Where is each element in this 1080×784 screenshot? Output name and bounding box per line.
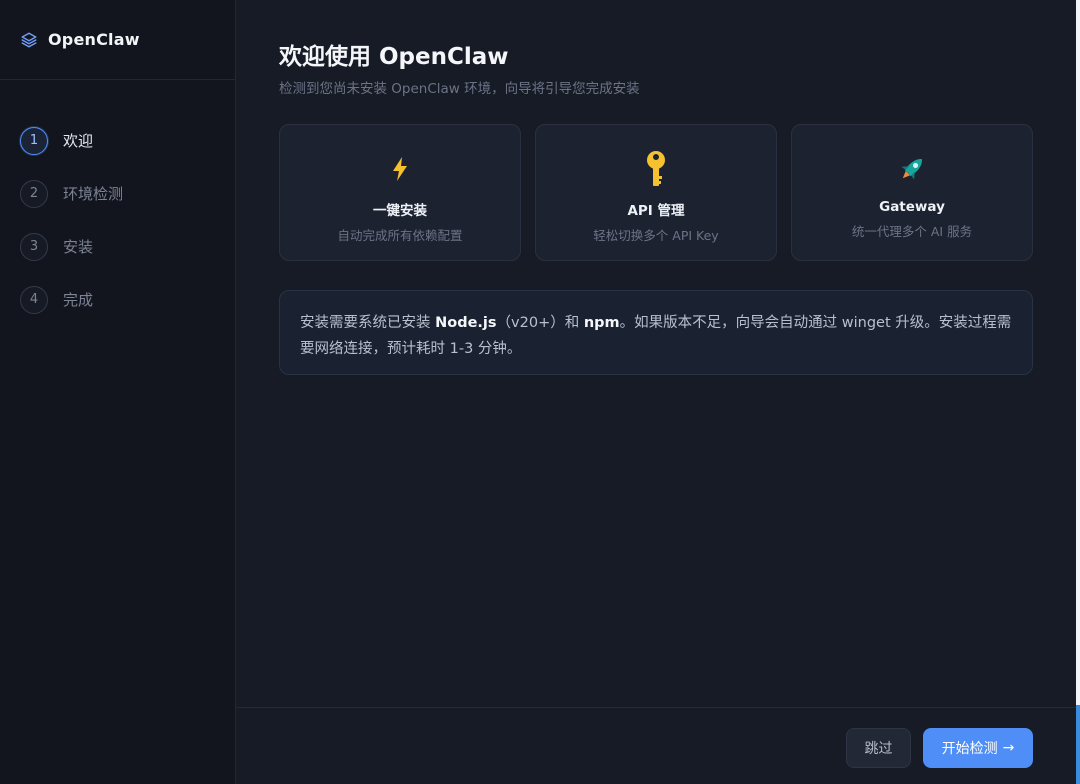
nodejs-label: Node.js [435, 315, 497, 331]
step-label: 欢迎 [63, 132, 94, 150]
window-edge [1076, 0, 1080, 784]
feature-cards: 一键安装 自动完成所有依赖配置 API 管理 轻松切换多个 API Key Ga… [279, 124, 1033, 261]
card-title: Gateway [879, 199, 945, 215]
step-number: 4 [20, 285, 48, 314]
rocket-icon [896, 151, 928, 187]
requirements-notice: 安装需要系统已安装 Node.js（v20+）和 npm。如果版本不足，向导会自… [279, 290, 1033, 375]
feature-card-one-click-install[interactable]: 一键安装 自动完成所有依赖配置 [279, 124, 521, 261]
npm-label: npm [583, 315, 620, 331]
step-number: 2 [20, 179, 48, 208]
key-icon [645, 151, 667, 187]
feature-card-gateway[interactable]: Gateway 统一代理多个 AI 服务 [791, 124, 1033, 261]
step-label: 环境检测 [63, 185, 124, 203]
card-title: API 管理 [627, 203, 685, 219]
notice-text: （v20+）和 [496, 315, 584, 331]
card-title: 一键安装 [373, 203, 427, 219]
step-number: 3 [20, 232, 48, 261]
step-label: 完成 [63, 291, 94, 309]
start-check-label: 开始检测 [941, 741, 998, 757]
card-desc: 自动完成所有依赖配置 [337, 228, 463, 243]
brand-name: OpenClaw [48, 30, 140, 49]
brand[interactable]: OpenClaw [0, 0, 235, 80]
start-check-button[interactable]: 开始检测 → [923, 728, 1033, 768]
step-environment-check[interactable]: 2 环境检测 [0, 167, 235, 220]
layers-icon [20, 31, 38, 49]
notice-text: 安装需要系统已安装 [300, 315, 436, 331]
wizard-footer: 跳过 开始检测 → [236, 707, 1076, 784]
skip-button[interactable]: 跳过 [846, 728, 911, 768]
sidebar: OpenClaw 1 欢迎 2 环境检测 3 安装 4 完成 [0, 0, 236, 784]
card-desc: 轻松切换多个 API Key [593, 228, 719, 243]
step-label: 安装 [63, 238, 94, 256]
step-complete[interactable]: 4 完成 [0, 273, 235, 326]
feature-card-api-management[interactable]: API 管理 轻松切换多个 API Key [535, 124, 777, 261]
step-number: 1 [20, 126, 48, 155]
page-subtitle: 检测到您尚未安装 OpenClaw 环境，向导将引导您完成安装 [279, 81, 640, 97]
step-welcome[interactable]: 1 欢迎 [0, 114, 235, 167]
card-desc: 统一代理多个 AI 服务 [851, 224, 973, 239]
main-content: 欢迎使用 OpenClaw 检测到您尚未安装 OpenClaw 环境，向导将引导… [236, 0, 1076, 784]
page-title: 欢迎使用 OpenClaw [279, 44, 509, 70]
wizard-steps: 1 欢迎 2 环境检测 3 安装 4 完成 [0, 80, 235, 326]
step-install[interactable]: 3 安装 [0, 220, 235, 273]
lightning-icon [391, 151, 409, 187]
arrow-right-icon: → [1002, 740, 1015, 756]
